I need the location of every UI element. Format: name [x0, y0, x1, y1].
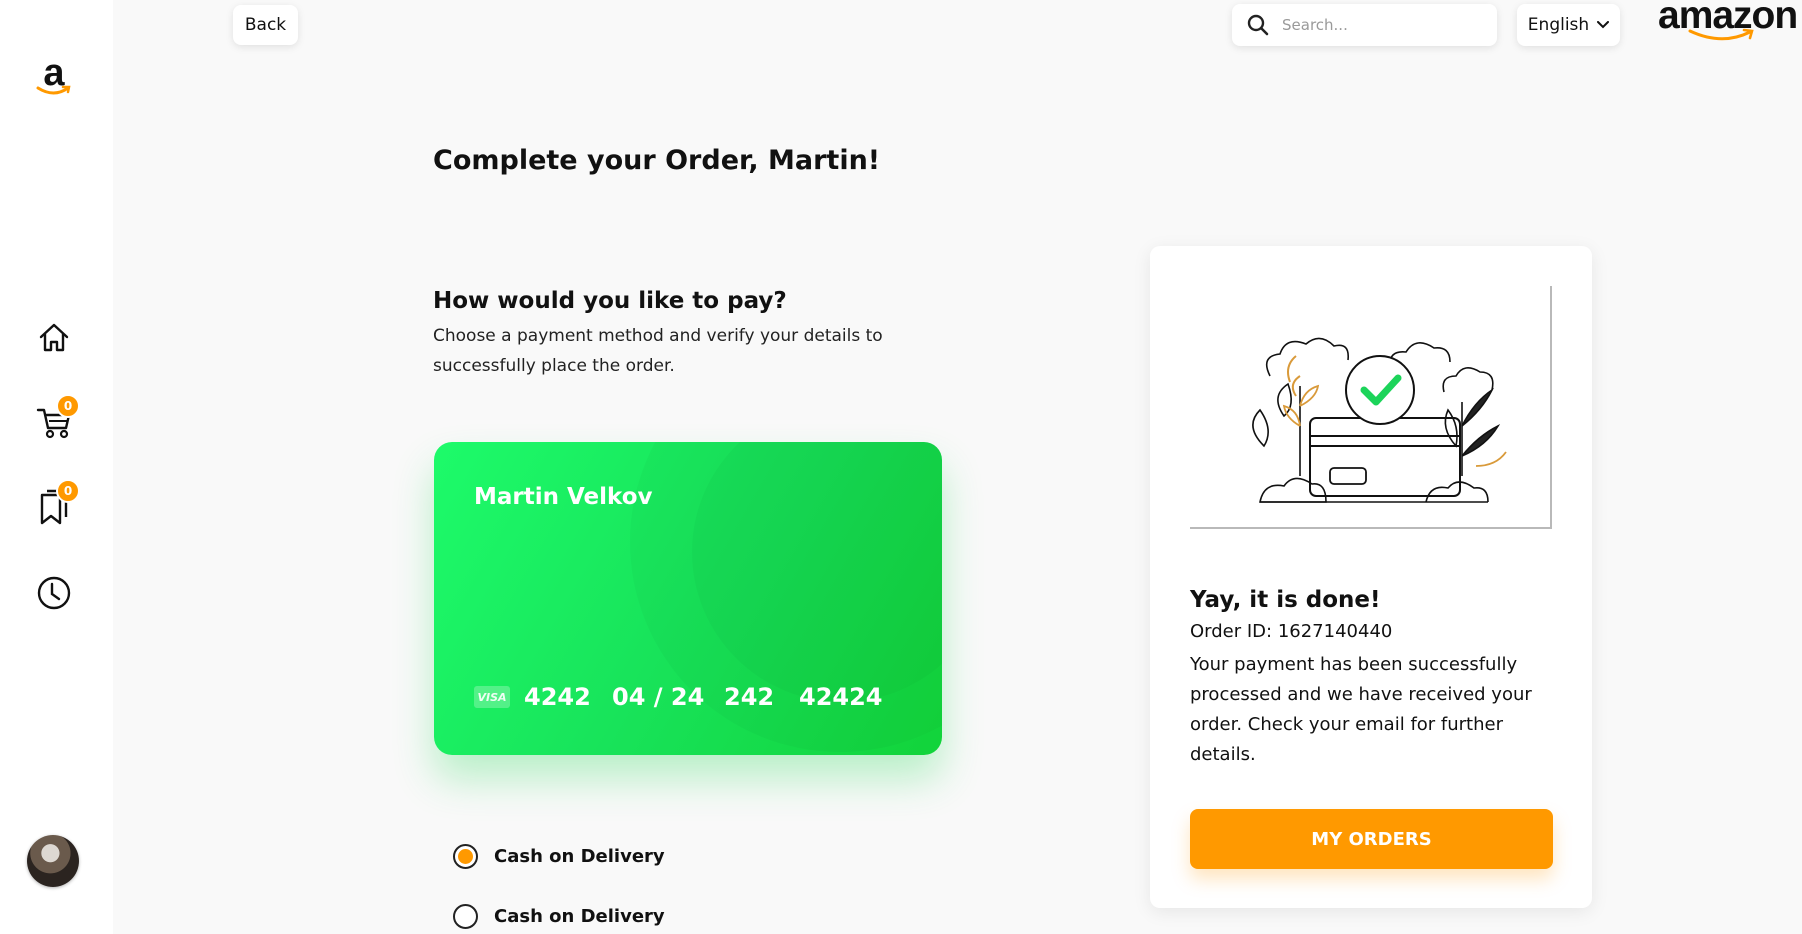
card-expiry: 04 / 24 — [612, 683, 705, 711]
payment-heading: How would you like to pay? — [433, 288, 787, 314]
success-title: Yay, it is done! — [1190, 587, 1381, 613]
avatar[interactable] — [27, 835, 79, 887]
sidebar-item-cart[interactable]: 0 — [30, 394, 80, 446]
order-id: Order ID: 1627140440 — [1190, 621, 1393, 642]
radio-dot — [458, 849, 473, 864]
cart-count-badge: 0 — [56, 394, 80, 418]
sidebar: a 0 0 — [0, 0, 113, 934]
payment-option-cash[interactable]: Cash on Delivery — [453, 904, 665, 929]
sidebar-item-history[interactable] — [30, 569, 78, 617]
radio-button[interactable] — [453, 904, 478, 929]
smile-arrow-icon — [1688, 28, 1754, 41]
back-button[interactable]: Back — [233, 5, 298, 45]
saved-count-badge: 0 — [56, 479, 80, 503]
order-success-panel: Yay, it is done! Order ID: 1627140440 Yo… — [1150, 246, 1592, 908]
payment-option-cash-selected[interactable]: Cash on Delivery — [453, 844, 665, 869]
clock-icon — [37, 576, 71, 610]
payment-option-label: Cash on Delivery — [494, 906, 665, 927]
visa-icon: VISA — [474, 686, 510, 708]
my-orders-button[interactable]: MY ORDERS — [1190, 809, 1553, 869]
card-zip: 42424 — [799, 683, 883, 711]
sidebar-item-home[interactable] — [30, 314, 78, 362]
search-input[interactable] — [1282, 16, 1482, 34]
chevron-down-icon — [1597, 21, 1610, 29]
card-cvv: 242 — [724, 683, 775, 711]
card-holder-name: Martin Velkov — [474, 484, 653, 510]
payment-card[interactable]: Martin Velkov VISA 4242 04 / 24 242 4242… — [434, 442, 942, 755]
search-bar[interactable] — [1232, 4, 1497, 46]
sidebar-item-saved[interactable]: 0 — [30, 479, 80, 531]
amazon-logo[interactable]: a — [34, 54, 74, 102]
card-details: VISA 4242 04 / 24 242 42424 — [474, 683, 883, 711]
amazon-wordmark[interactable]: amazon — [1658, 0, 1798, 48]
success-message: Your payment has been successfully proce… — [1190, 654, 1532, 765]
payment-option-label: Cash on Delivery — [494, 846, 665, 867]
success-illustration — [1190, 286, 1552, 529]
smile-arrow-icon — [36, 85, 71, 95]
radio-button-checked[interactable] — [453, 844, 478, 869]
payment-description: Choose a payment method and verify your … — [433, 326, 883, 376]
card-number: 4242 — [524, 683, 591, 711]
page-title: Complete your Order, Martin! — [433, 145, 881, 176]
language-select[interactable]: English — [1517, 4, 1620, 46]
payment-success-illustration — [1252, 337, 1507, 503]
search-icon — [1246, 13, 1270, 37]
home-icon — [39, 323, 69, 352]
language-label: English — [1527, 15, 1590, 35]
